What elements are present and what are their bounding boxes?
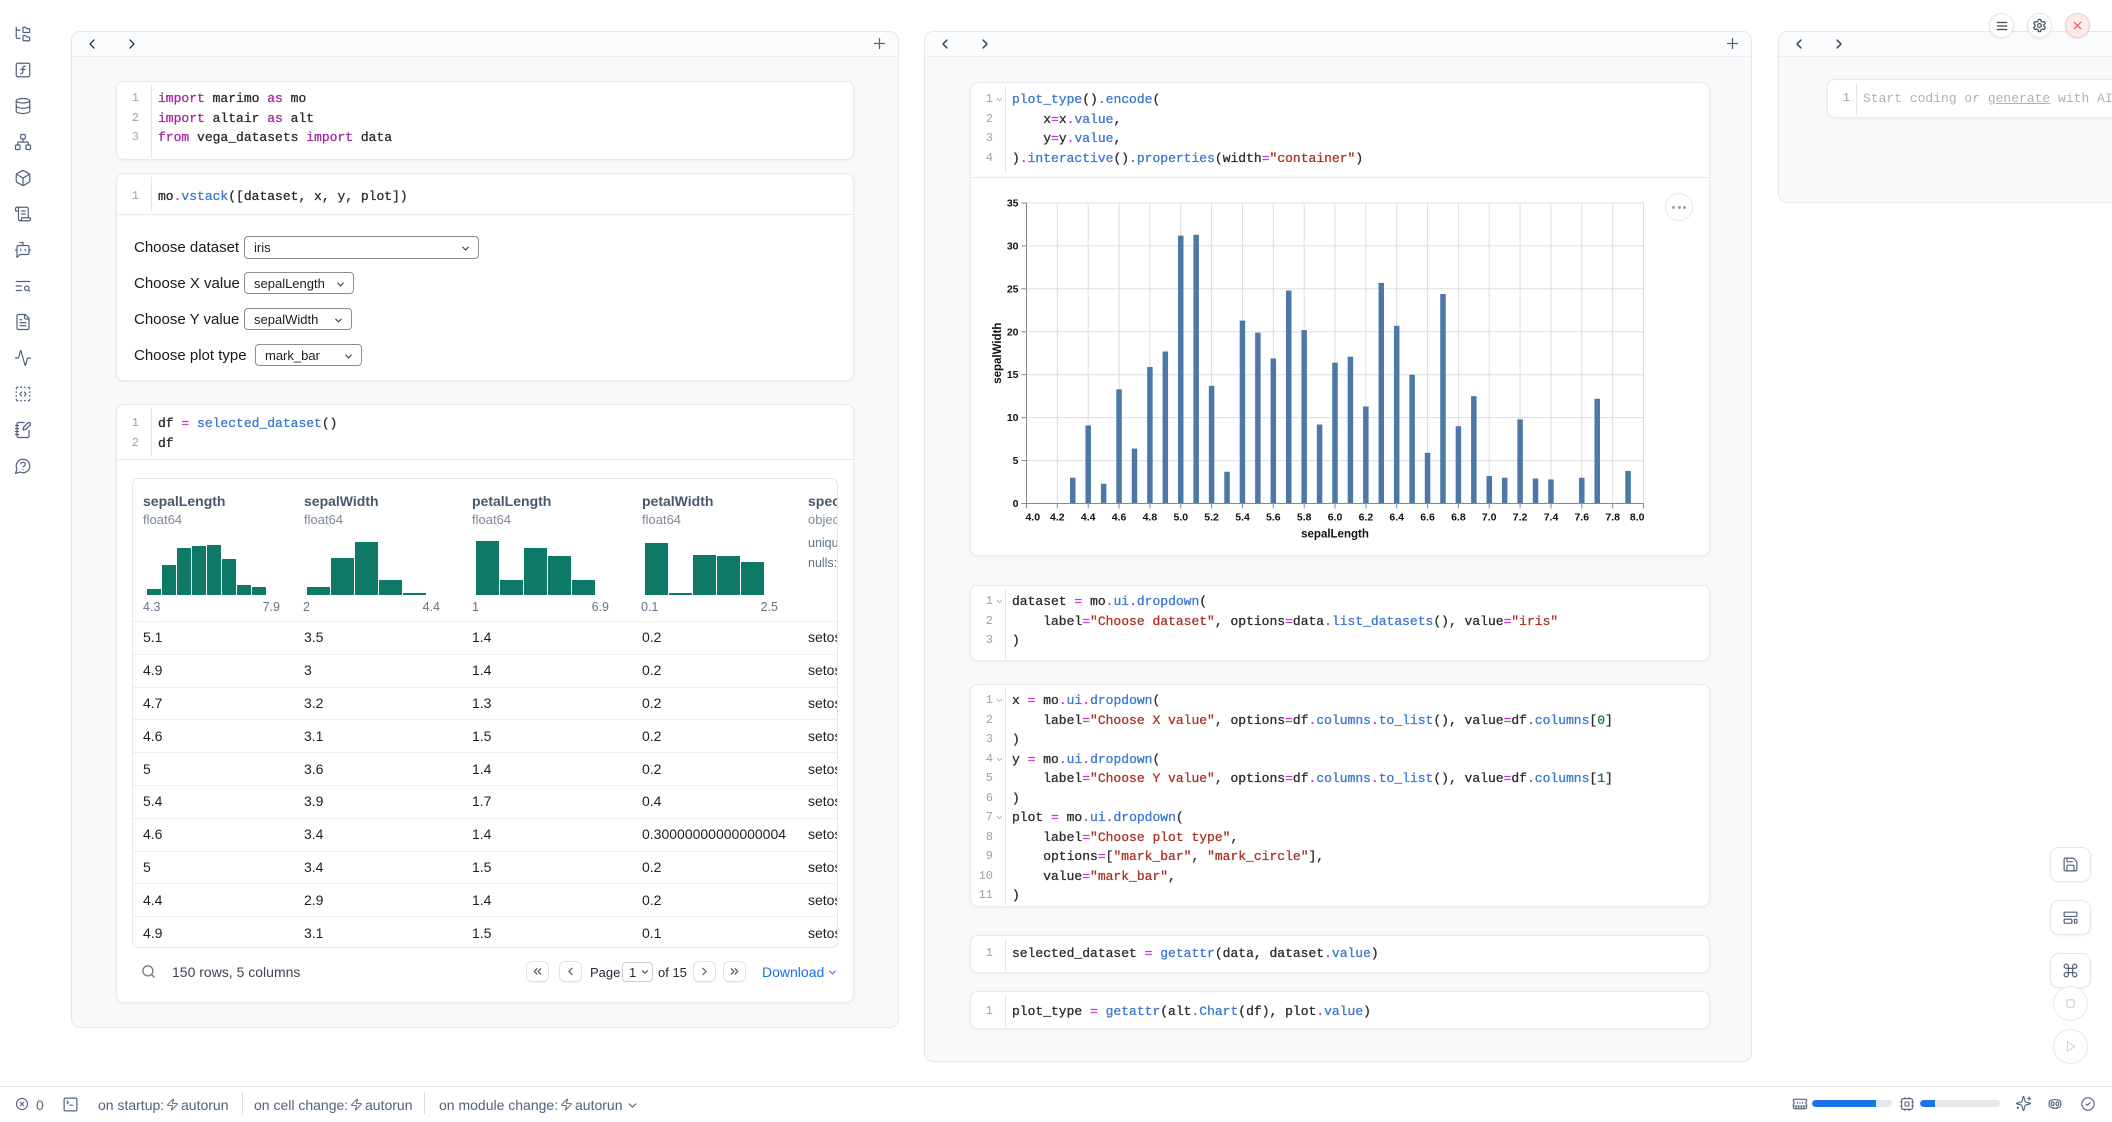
svg-text:6.0: 6.0 — [1328, 512, 1343, 524]
svg-text:7.2: 7.2 — [1513, 512, 1528, 524]
svg-text:10: 10 — [1007, 412, 1019, 424]
svg-text:5.2: 5.2 — [1204, 512, 1219, 524]
svg-text:6.6: 6.6 — [1420, 512, 1435, 524]
svg-text:5.6: 5.6 — [1266, 512, 1281, 524]
svg-text:5.4: 5.4 — [1235, 512, 1250, 524]
svg-text:8.0: 8.0 — [1630, 512, 1645, 524]
svg-text:20: 20 — [1007, 326, 1019, 338]
svg-text:4.0: 4.0 — [1026, 512, 1041, 524]
svg-text:4.8: 4.8 — [1143, 512, 1158, 524]
svg-text:sepalWidth: sepalWidth — [992, 323, 1004, 384]
svg-text:25: 25 — [1007, 283, 1019, 295]
svg-text:7.6: 7.6 — [1574, 512, 1589, 524]
svg-text:4.2: 4.2 — [1050, 512, 1065, 524]
svg-text:5.0: 5.0 — [1173, 512, 1188, 524]
svg-text:7.4: 7.4 — [1544, 512, 1559, 524]
svg-text:30: 30 — [1007, 240, 1019, 252]
svg-text:sepalLength: sepalLength — [1301, 529, 1369, 541]
svg-text:6.2: 6.2 — [1359, 512, 1374, 524]
svg-text:6.4: 6.4 — [1389, 512, 1404, 524]
svg-text:5: 5 — [1013, 455, 1019, 467]
svg-text:4.6: 4.6 — [1112, 512, 1127, 524]
svg-text:7.0: 7.0 — [1482, 512, 1497, 524]
svg-text:5.8: 5.8 — [1297, 512, 1312, 524]
svg-text:4.4: 4.4 — [1081, 512, 1096, 524]
svg-text:35: 35 — [1007, 198, 1019, 210]
svg-text:0: 0 — [1013, 498, 1019, 510]
svg-text:7.8: 7.8 — [1605, 512, 1620, 524]
svg-text:6.8: 6.8 — [1451, 512, 1466, 524]
svg-text:15: 15 — [1007, 369, 1019, 381]
